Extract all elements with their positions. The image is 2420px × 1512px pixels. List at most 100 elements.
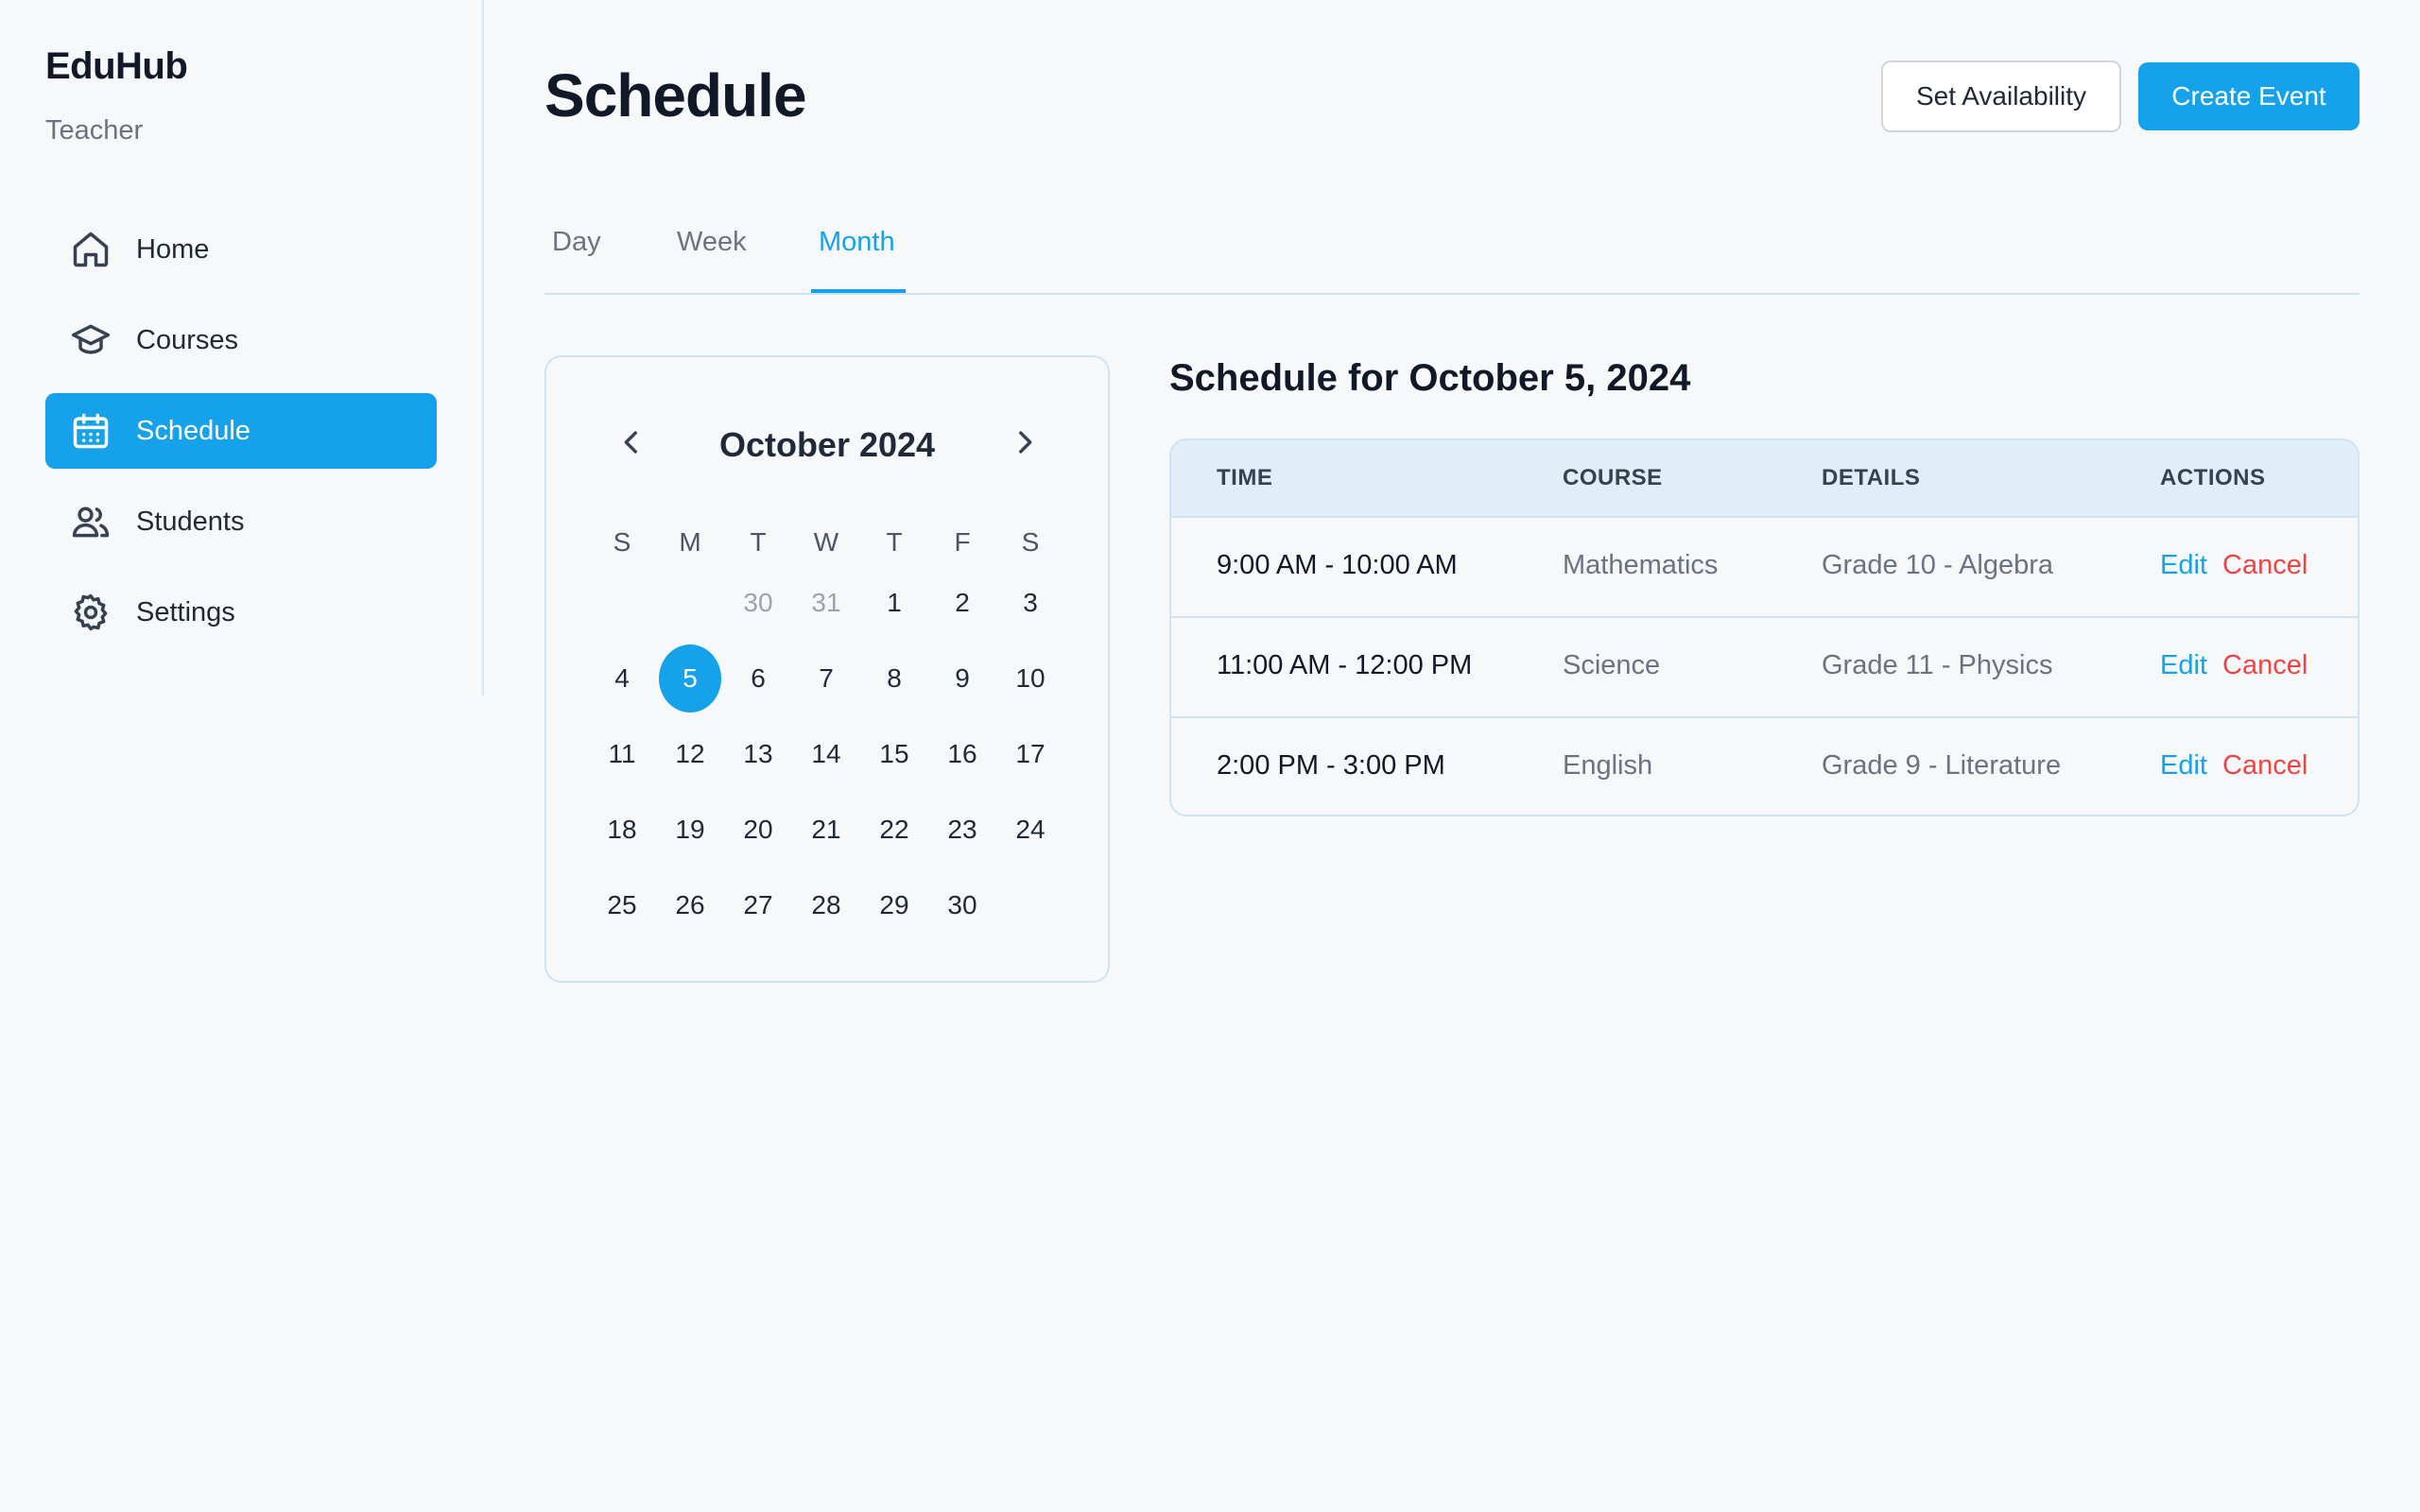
edit-event-link[interactable]: Edit bbox=[2160, 550, 2207, 581]
table-row: 9:00 AM - 10:00 AM Mathematics Grade 10 … bbox=[1171, 516, 2358, 616]
calendar-day-number: 26 bbox=[675, 890, 705, 919]
calendar-day-number: 3 bbox=[1023, 588, 1038, 617]
calendar-empty-cell bbox=[656, 565, 724, 641]
calendar-day-number: 4 bbox=[614, 663, 630, 693]
calendar-day-number: 22 bbox=[879, 815, 909, 844]
set-availability-button[interactable]: Set Availability bbox=[1881, 60, 2121, 132]
calendar-day-number: 12 bbox=[675, 739, 705, 768]
weekday-label: W bbox=[813, 527, 839, 557]
calendar-day[interactable]: 25 bbox=[588, 868, 656, 943]
calendar-day[interactable]: 19 bbox=[656, 792, 724, 868]
column-header-time: TIME bbox=[1217, 465, 1273, 490]
weekday-label: T bbox=[750, 527, 767, 557]
sidebar-item-label: Settings bbox=[136, 596, 235, 627]
weekday-label: F bbox=[954, 527, 971, 557]
tab-month[interactable]: Month bbox=[819, 227, 895, 258]
users-icon bbox=[70, 501, 112, 542]
active-tab-indicator bbox=[811, 289, 906, 293]
calendar-day[interactable]: 16 bbox=[928, 716, 996, 792]
calendar-day[interactable]: 8 bbox=[860, 641, 928, 716]
calendar-day[interactable]: 17 bbox=[996, 716, 1064, 792]
calendar-day[interactable]: 2 bbox=[928, 565, 996, 641]
calendar-day[interactable]: 6 bbox=[724, 641, 792, 716]
calendar-day-number: 27 bbox=[743, 890, 773, 919]
calendar-day-number: 13 bbox=[743, 739, 773, 768]
next-month-button[interactable] bbox=[1006, 423, 1044, 461]
weekday-label: S bbox=[613, 527, 631, 557]
calendar-day-number: 19 bbox=[675, 815, 705, 844]
calendar-day-number: 10 bbox=[1015, 663, 1046, 693]
event-course: Science bbox=[1563, 650, 1661, 680]
calendar-day[interactable]: 1 bbox=[860, 565, 928, 641]
weekday-label: T bbox=[886, 527, 903, 557]
calendar-day[interactable]: 18 bbox=[588, 792, 656, 868]
calendar-day[interactable]: 22 bbox=[860, 792, 928, 868]
calendar-day-number: 18 bbox=[607, 815, 637, 844]
calendar-week-row: 11 12 13 14 15 16 17 bbox=[588, 716, 1064, 792]
view-tabs: Day Week Month bbox=[544, 217, 2360, 295]
chevron-right-icon bbox=[1019, 431, 1032, 454]
calendar-day-number: 1 bbox=[887, 588, 902, 617]
event-course: Mathematics bbox=[1563, 550, 1719, 580]
calendar-day[interactable]: 9 bbox=[928, 641, 996, 716]
sidebar-item-schedule[interactable]: Schedule bbox=[45, 393, 437, 469]
event-time: 2:00 PM - 3:00 PM bbox=[1217, 750, 1445, 781]
calendar-day[interactable]: 13 bbox=[724, 716, 792, 792]
edit-event-link[interactable]: Edit bbox=[2160, 750, 2207, 782]
tab-day[interactable]: Day bbox=[552, 227, 601, 258]
calendar-day[interactable]: 20 bbox=[724, 792, 792, 868]
sidebar-item-home[interactable]: Home bbox=[45, 212, 437, 287]
calendar-day[interactable]: 12 bbox=[656, 716, 724, 792]
event-time: 9:00 AM - 10:00 AM bbox=[1217, 550, 1458, 580]
cancel-event-link[interactable]: Cancel bbox=[2222, 750, 2308, 782]
home-icon bbox=[70, 229, 112, 270]
calendar-day[interactable]: 11 bbox=[588, 716, 656, 792]
create-event-button[interactable]: Create Event bbox=[2138, 62, 2360, 130]
calendar-day[interactable]: 3 bbox=[996, 565, 1064, 641]
chevron-left-icon bbox=[624, 431, 637, 454]
calendar-day[interactable]: 28 bbox=[792, 868, 860, 943]
sidebar-item-settings[interactable]: Settings bbox=[45, 575, 437, 650]
cancel-event-link[interactable]: Cancel bbox=[2222, 650, 2308, 681]
calendar-day[interactable]: 26 bbox=[656, 868, 724, 943]
calendar-day[interactable]: 30 bbox=[928, 868, 996, 943]
calendar-empty-cell bbox=[588, 565, 656, 641]
page-title: Schedule bbox=[544, 61, 807, 129]
table-row: 2:00 PM - 3:00 PM English Grade 9 - Lite… bbox=[1171, 716, 2358, 815]
calendar-day-number: 23 bbox=[947, 815, 977, 844]
calendar-day[interactable]: 7 bbox=[792, 641, 860, 716]
calendar-day-number: 8 bbox=[887, 663, 902, 693]
table-header: TIME COURSE DETAILS ACTIONS bbox=[1171, 440, 2358, 516]
month-calendar: October 2024 S M T W T F S 30 31 1 2 3 4 5 6 7 8 9… bbox=[544, 355, 1110, 983]
calendar-day[interactable]: 27 bbox=[724, 868, 792, 943]
table-row: 11:00 AM - 12:00 PM Science Grade 11 - P… bbox=[1171, 616, 2358, 716]
calendar-day[interactable]: 10 bbox=[996, 641, 1064, 716]
tab-week[interactable]: Week bbox=[677, 227, 747, 258]
previous-month-button[interactable] bbox=[613, 423, 650, 461]
event-details: Grade 11 - Physics bbox=[1822, 650, 2053, 680]
calendar-day[interactable]: 23 bbox=[928, 792, 996, 868]
calendar-week-row: 4 5 6 7 8 9 10 bbox=[588, 641, 1064, 716]
edit-event-link[interactable]: Edit bbox=[2160, 650, 2207, 681]
calendar-day[interactable]: 24 bbox=[996, 792, 1064, 868]
schedule-table: TIME COURSE DETAILS ACTIONS 9:00 AM - 10… bbox=[1169, 438, 2360, 816]
calendar-day-number: 28 bbox=[811, 890, 841, 919]
calendar-day[interactable]: 14 bbox=[792, 716, 860, 792]
calendar-day-number: 2 bbox=[955, 588, 970, 617]
calendar-day[interactable]: 4 bbox=[588, 641, 656, 716]
calendar-day[interactable]: 31 bbox=[792, 565, 860, 641]
sidebar-item-courses[interactable]: Courses bbox=[45, 302, 437, 378]
calendar-day[interactable]: 29 bbox=[860, 868, 928, 943]
calendar-day-selected[interactable]: 5 bbox=[656, 641, 724, 716]
sidebar-item-students[interactable]: Students bbox=[45, 484, 437, 559]
calendar-day-number: 20 bbox=[743, 815, 773, 844]
calendar-day-number: 31 bbox=[811, 588, 841, 617]
sidebar-item-label: Students bbox=[136, 506, 245, 537]
calendar-day[interactable]: 21 bbox=[792, 792, 860, 868]
calendar-day-number: 17 bbox=[1015, 739, 1046, 768]
cancel-event-link[interactable]: Cancel bbox=[2222, 550, 2308, 581]
calendar-day[interactable]: 30 bbox=[724, 565, 792, 641]
app-root: EduHub Teacher Home Courses Schedule Stu… bbox=[0, 0, 2420, 1512]
calendar-day[interactable]: 15 bbox=[860, 716, 928, 792]
sidebar-nav: Home Courses Schedule Students Settings bbox=[45, 212, 437, 665]
